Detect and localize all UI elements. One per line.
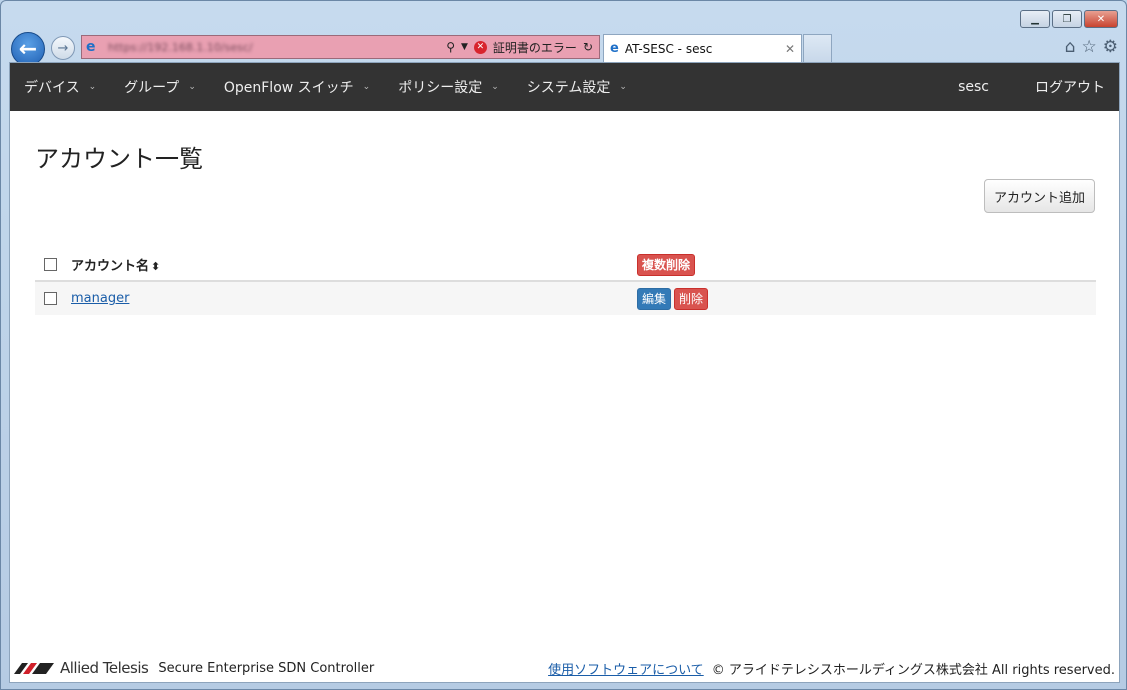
- footer: Allied Telesis Secure Enterprise SDN Con…: [14, 656, 1115, 680]
- favorites-star-icon[interactable]: ☆: [1082, 37, 1097, 57]
- nav-item-policy[interactable]: ポリシー設定 ⌄: [384, 63, 513, 111]
- about-software-link[interactable]: 使用ソフトウェアについて: [548, 659, 704, 678]
- table-header-row: アカウント名 ⬍ 複数削除: [35, 249, 1096, 282]
- delete-button[interactable]: 削除: [674, 287, 709, 310]
- address-bar[interactable]: e https://192.168.1.10/sesc/ ⚲ ▼ ✕ 証明書のエ…: [81, 35, 600, 59]
- nav-label: システム設定: [526, 80, 611, 96]
- ie-page-icon: e: [86, 39, 96, 55]
- new-tab-button[interactable]: [803, 34, 832, 62]
- cert-error-text[interactable]: 証明書のエラー: [493, 39, 577, 56]
- chevron-down-icon: ⌄: [619, 82, 627, 92]
- nav-item-openflow[interactable]: OpenFlow スイッチ ⌄: [210, 63, 384, 111]
- select-all-checkbox[interactable]: [44, 258, 57, 271]
- sort-icon[interactable]: ⬍: [151, 260, 160, 273]
- forward-arrow-icon: →: [57, 40, 69, 56]
- back-button[interactable]: ←: [11, 32, 45, 66]
- tab-active[interactable]: e AT-SESC - sesc ✕: [603, 34, 802, 62]
- search-icon[interactable]: ⚲: [446, 40, 455, 54]
- allied-telesis-mark-icon: [14, 663, 54, 674]
- nav-label: グループ: [124, 80, 180, 96]
- close-window-button[interactable]: ✕: [1084, 10, 1118, 28]
- nav-item-groups[interactable]: グループ ⌄: [110, 63, 210, 111]
- dropdown-caret-icon[interactable]: ▼: [461, 42, 468, 52]
- current-user[interactable]: sesc: [944, 63, 1021, 111]
- refresh-icon[interactable]: ↻: [583, 40, 593, 54]
- logout-link[interactable]: ログアウト: [1021, 63, 1119, 111]
- ie-tab-icon: e: [610, 41, 619, 56]
- nav-item-system[interactable]: システム設定 ⌄: [513, 63, 641, 111]
- page-viewport: デバイス ⌄ グループ ⌄ OpenFlow スイッチ ⌄ ポリシー設定 ⌄ システム設…: [9, 62, 1120, 683]
- cert-error-icon[interactable]: ✕: [473, 40, 487, 54]
- settings-gear-icon[interactable]: ⚙: [1103, 37, 1118, 57]
- footer-right: 使用ソフトウェアについて © アライドテレシスホールディングス株式会社 All …: [548, 659, 1115, 678]
- home-icon[interactable]: ⌂: [1065, 37, 1076, 57]
- navbar-right: sesc ログアウト: [944, 63, 1119, 111]
- column-header-account-name[interactable]: アカウント名 ⬍: [67, 249, 633, 282]
- chevron-down-icon: ⌄: [491, 82, 499, 92]
- row-checkbox[interactable]: [44, 292, 57, 305]
- address-url[interactable]: https://192.168.1.10/sesc/: [108, 41, 358, 53]
- nav-label: OpenFlow スイッチ: [223, 80, 354, 96]
- browser-window: ▁ ❐ ✕ ← → e https://192.168.1.10/sesc/ ⚲…: [0, 0, 1127, 690]
- account-name-link[interactable]: manager: [71, 291, 129, 306]
- allied-telesis-logo: Allied Telesis Secure Enterprise SDN Con…: [14, 659, 374, 677]
- chevron-down-icon: ⌄: [362, 82, 371, 92]
- chevron-down-icon: ⌄: [188, 82, 196, 92]
- nav-label: ポリシー設定: [398, 80, 483, 96]
- bulk-delete-button[interactable]: 複数削除: [637, 253, 696, 276]
- browser-toolbar-icons: ⌂ ☆ ⚙: [1065, 37, 1118, 57]
- copyright-text: © アライドテレシスホールディングス株式会社 All rights reserv…: [711, 662, 1115, 678]
- forward-button[interactable]: →: [51, 36, 75, 60]
- window-controls: ▁ ❐ ✕: [1020, 10, 1118, 28]
- top-navbar: デバイス ⌄ グループ ⌄ OpenFlow スイッチ ⌄ ポリシー設定 ⌄ システム設…: [10, 63, 1119, 111]
- back-arrow-icon: ←: [18, 36, 38, 62]
- address-tools: ⚲ ▼ ✕ 証明書のエラー ↻: [446, 39, 599, 56]
- table-row: manager 編集 削除: [35, 280, 1096, 315]
- product-name: Secure Enterprise SDN Controller: [158, 660, 375, 676]
- minimize-button[interactable]: ▁: [1020, 10, 1050, 28]
- brand-name: Allied Telesis: [60, 659, 149, 677]
- account-table: アカウント名 ⬍ 複数削除 manager 編集 削除: [35, 249, 1096, 315]
- nav-label: デバイス: [24, 80, 80, 96]
- tab-title: AT-SESC - sesc: [624, 41, 713, 56]
- restore-button[interactable]: ❐: [1052, 10, 1082, 28]
- nav-item-devices[interactable]: デバイス ⌄: [10, 63, 110, 111]
- add-account-button[interactable]: アカウント追加: [983, 179, 1095, 213]
- column-header-label: アカウント名: [71, 259, 150, 274]
- chevron-down-icon: ⌄: [88, 82, 97, 92]
- close-tab-icon[interactable]: ✕: [785, 42, 795, 56]
- page-title: アカウント一覧: [35, 145, 203, 173]
- edit-button[interactable]: 編集: [637, 287, 672, 310]
